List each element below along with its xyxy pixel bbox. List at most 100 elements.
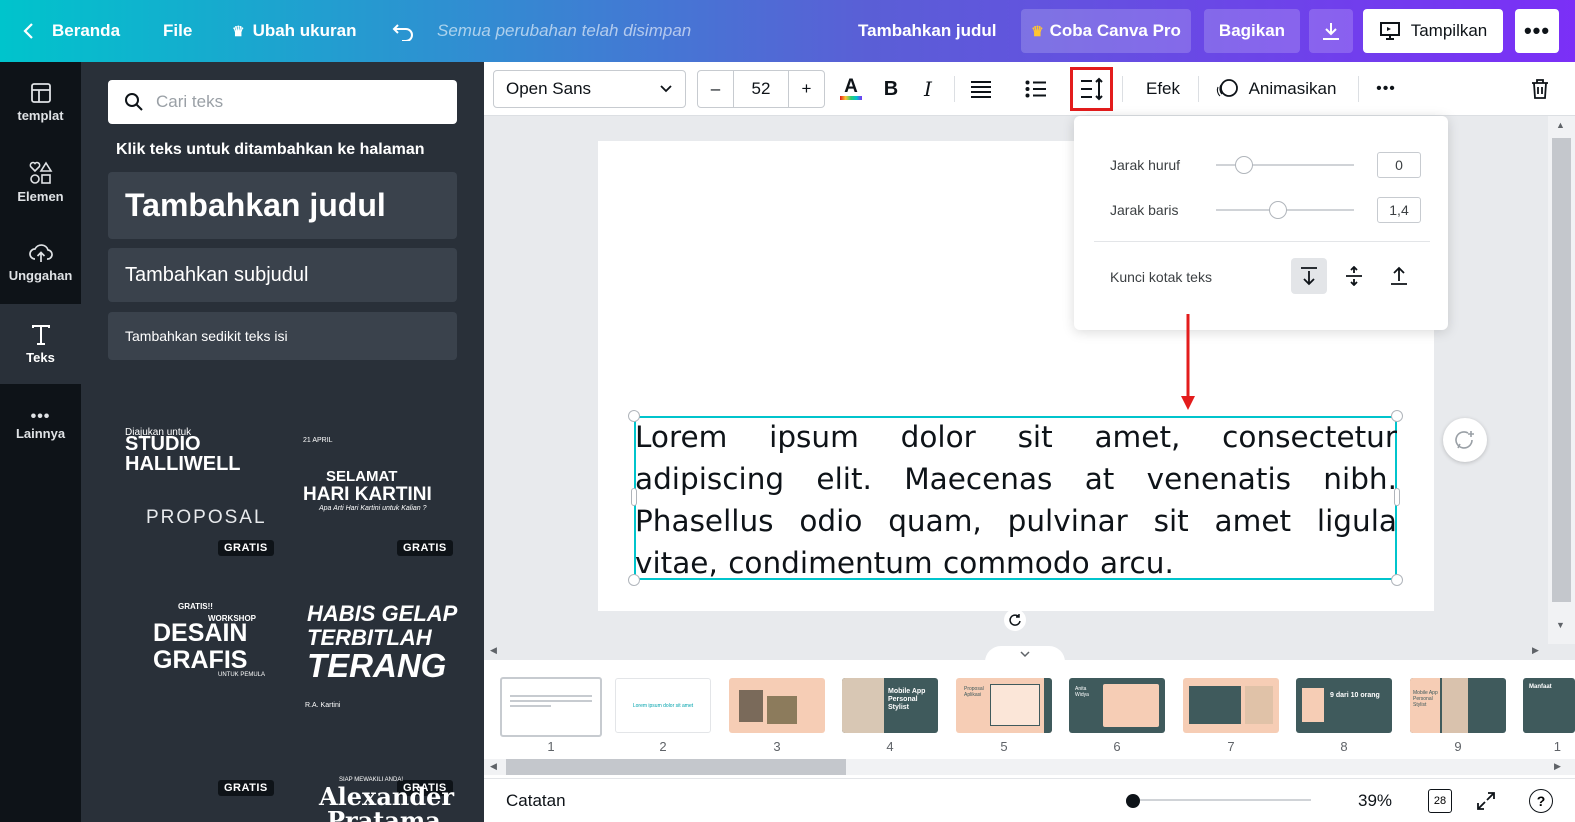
font-size-increase[interactable]: + bbox=[788, 71, 824, 107]
page-thumbnail-7[interactable] bbox=[1183, 678, 1279, 733]
resize-button[interactable]: ♛ Ubah ukuran bbox=[232, 0, 356, 62]
delete-button[interactable] bbox=[1524, 70, 1556, 108]
rotate-handle[interactable] bbox=[1004, 609, 1026, 631]
scroll-left-arrow[interactable]: ◀ bbox=[490, 645, 497, 656]
scroll-thumb[interactable] bbox=[1552, 138, 1571, 602]
resize-handle[interactable] bbox=[631, 488, 637, 506]
animate-button[interactable]: Animasikan bbox=[1212, 70, 1340, 108]
text-template-workshop[interactable]: GRATIS!! WORKSHOP DESAIN GRAFIS UNTUK PE… bbox=[108, 592, 278, 796]
text-template-studio[interactable]: Diajukan untuk STUDIO HALLIWELL PROPOSAL… bbox=[108, 412, 278, 562]
chevron-down-icon bbox=[1020, 650, 1030, 657]
letter-spacing-knob[interactable] bbox=[1234, 156, 1253, 174]
page-thumbnail-9[interactable]: Mobile App Personal Stylist bbox=[1410, 678, 1506, 733]
help-button[interactable]: ? bbox=[1529, 789, 1553, 813]
zoom-slider-knob[interactable] bbox=[1126, 794, 1140, 808]
zoom-level[interactable]: 39% bbox=[1358, 791, 1392, 811]
page-number: 4 bbox=[886, 739, 894, 754]
rail-item-text[interactable]: Teks bbox=[0, 304, 81, 384]
bold-button[interactable]: B bbox=[877, 70, 905, 108]
anchor-middle-button[interactable] bbox=[1336, 258, 1372, 294]
line-spacing-knob[interactable] bbox=[1269, 201, 1288, 219]
page-thumbnail-1[interactable] bbox=[500, 677, 602, 737]
scroll-right-arrow[interactable]: ▶ bbox=[1554, 761, 1561, 772]
status-bar: Catatan 39% 28 ? bbox=[484, 778, 1575, 822]
resize-handle[interactable] bbox=[628, 410, 640, 422]
page-thumbnail-5[interactable]: Proposal Aplikasi bbox=[956, 678, 1052, 733]
scroll-up-arrow[interactable]: ▲ bbox=[1556, 120, 1565, 130]
design-title[interactable]: Tambahkan judul bbox=[858, 0, 997, 62]
try-pro-button[interactable]: ♛ Coba Canva Pro bbox=[1021, 9, 1191, 53]
add-body-button[interactable]: Tambahkan sedikit teks isi bbox=[108, 312, 457, 360]
page-count-button[interactable]: 28 bbox=[1428, 789, 1452, 813]
page-thumbnail-6[interactable]: Anita Widya bbox=[1069, 678, 1165, 733]
page-thumbnail-4[interactable]: Mobile App Personal Stylist bbox=[842, 678, 938, 733]
text-icon bbox=[31, 324, 50, 345]
spacing-button[interactable] bbox=[1070, 67, 1113, 111]
font-size-input[interactable]: 52 bbox=[734, 79, 788, 99]
vertical-scrollbar[interactable]: ▲ ▼ bbox=[1548, 116, 1575, 644]
page-thumbnail-2[interactable]: Lorem ipsum dolor sit amet bbox=[615, 678, 711, 733]
thumb-photo bbox=[1245, 686, 1273, 724]
zoom-slider[interactable] bbox=[1126, 799, 1311, 801]
add-comment-button[interactable] bbox=[1443, 418, 1487, 462]
thumb-photo bbox=[842, 678, 884, 733]
download-button[interactable] bbox=[1309, 9, 1353, 53]
page-thumbnail-8[interactable]: 9 dari 10 orang bbox=[1296, 678, 1392, 733]
notes-button[interactable]: Catatan bbox=[506, 791, 566, 811]
search-box[interactable] bbox=[108, 80, 457, 124]
anchor-top-button[interactable] bbox=[1291, 258, 1327, 294]
page-number: 2 bbox=[659, 739, 667, 754]
page-thumbnail-3[interactable] bbox=[729, 678, 825, 733]
scroll-right-arrow[interactable]: ▶ bbox=[1532, 645, 1539, 656]
thumb-text: Mobile App Personal Stylist bbox=[888, 688, 926, 711]
template-text: Apa Arti Hari Kartini untuk Kalian ? bbox=[319, 505, 427, 512]
scroll-left-arrow[interactable]: ◀ bbox=[490, 761, 497, 772]
template-text: GRATIS!! bbox=[178, 602, 213, 611]
rail-item-elements[interactable]: Elemen bbox=[0, 142, 81, 222]
text-color-button[interactable]: A bbox=[836, 70, 866, 108]
font-size-decrease[interactable]: – bbox=[698, 71, 734, 107]
fullscreen-button[interactable] bbox=[1474, 789, 1498, 813]
resize-handle[interactable] bbox=[1391, 574, 1403, 586]
rail-item-templates[interactable]: templat bbox=[0, 62, 81, 142]
add-heading-button[interactable]: Tambahkan judul bbox=[108, 172, 457, 239]
anchor-bottom-button[interactable] bbox=[1381, 258, 1417, 294]
top-bar: Beranda File ♛ Ubah ukuran Semua perubah… bbox=[0, 0, 1575, 62]
effects-button[interactable]: Efek bbox=[1136, 70, 1190, 108]
thumb-text: Lorem ipsum dolor sit amet bbox=[632, 702, 694, 709]
letter-spacing-input[interactable]: 0 bbox=[1377, 152, 1421, 178]
more-options-button[interactable]: ••• bbox=[1370, 70, 1402, 108]
more-menu-button[interactable]: ••• bbox=[1515, 9, 1559, 53]
list-button[interactable] bbox=[1021, 70, 1051, 108]
undo-button[interactable] bbox=[392, 0, 414, 62]
annotation-arrow-icon bbox=[1181, 314, 1195, 410]
pages-hscroll[interactable]: ◀ ▶ bbox=[484, 759, 1575, 775]
resize-handle[interactable] bbox=[628, 574, 640, 586]
text-template-habis-gelap[interactable]: HABIS GELAP TERBITLAH TERANG R.A. Kartin… bbox=[289, 592, 459, 796]
page-thumbnail-10[interactable]: Manfaat bbox=[1523, 678, 1575, 733]
resize-handle[interactable] bbox=[1394, 488, 1400, 506]
present-button[interactable]: Tampilkan bbox=[1363, 9, 1503, 53]
present-label: Tampilkan bbox=[1410, 21, 1488, 40]
align-button[interactable] bbox=[966, 70, 996, 108]
rail-item-uploads[interactable]: Unggahan bbox=[0, 222, 81, 302]
resize-handle[interactable] bbox=[1391, 410, 1403, 422]
body-text[interactable]: Lorem ipsum dolor sit amet, consectetur … bbox=[635, 416, 1397, 584]
help-icon: ? bbox=[1536, 793, 1546, 809]
share-button[interactable]: Bagikan bbox=[1204, 9, 1300, 53]
scroll-down-arrow[interactable]: ▼ bbox=[1556, 620, 1565, 630]
text-template-kartini[interactable]: 21 APRIL SELAMAT HARI KARTINI Apa Arti H… bbox=[289, 412, 459, 562]
home-button[interactable]: Beranda bbox=[22, 0, 120, 62]
rail-label: Unggahan bbox=[8, 267, 73, 283]
scroll-thumb[interactable] bbox=[506, 759, 846, 775]
line-spacing-input[interactable]: 1,4 bbox=[1377, 197, 1421, 223]
text-template-alexander[interactable]: SIAP MEWAKILI ANDA! Alexander Pratama bbox=[289, 772, 459, 822]
file-menu[interactable]: File bbox=[163, 0, 192, 62]
rail-item-more[interactable]: ••• Lainnya bbox=[0, 384, 81, 464]
rail-label: templat bbox=[17, 107, 64, 123]
search-input[interactable] bbox=[156, 92, 436, 112]
crown-icon: ♛ bbox=[1031, 22, 1044, 39]
add-subheading-button[interactable]: Tambahkan subjudul bbox=[108, 248, 457, 302]
font-family-select[interactable]: Open Sans bbox=[493, 70, 686, 108]
italic-button[interactable]: I bbox=[914, 70, 942, 108]
